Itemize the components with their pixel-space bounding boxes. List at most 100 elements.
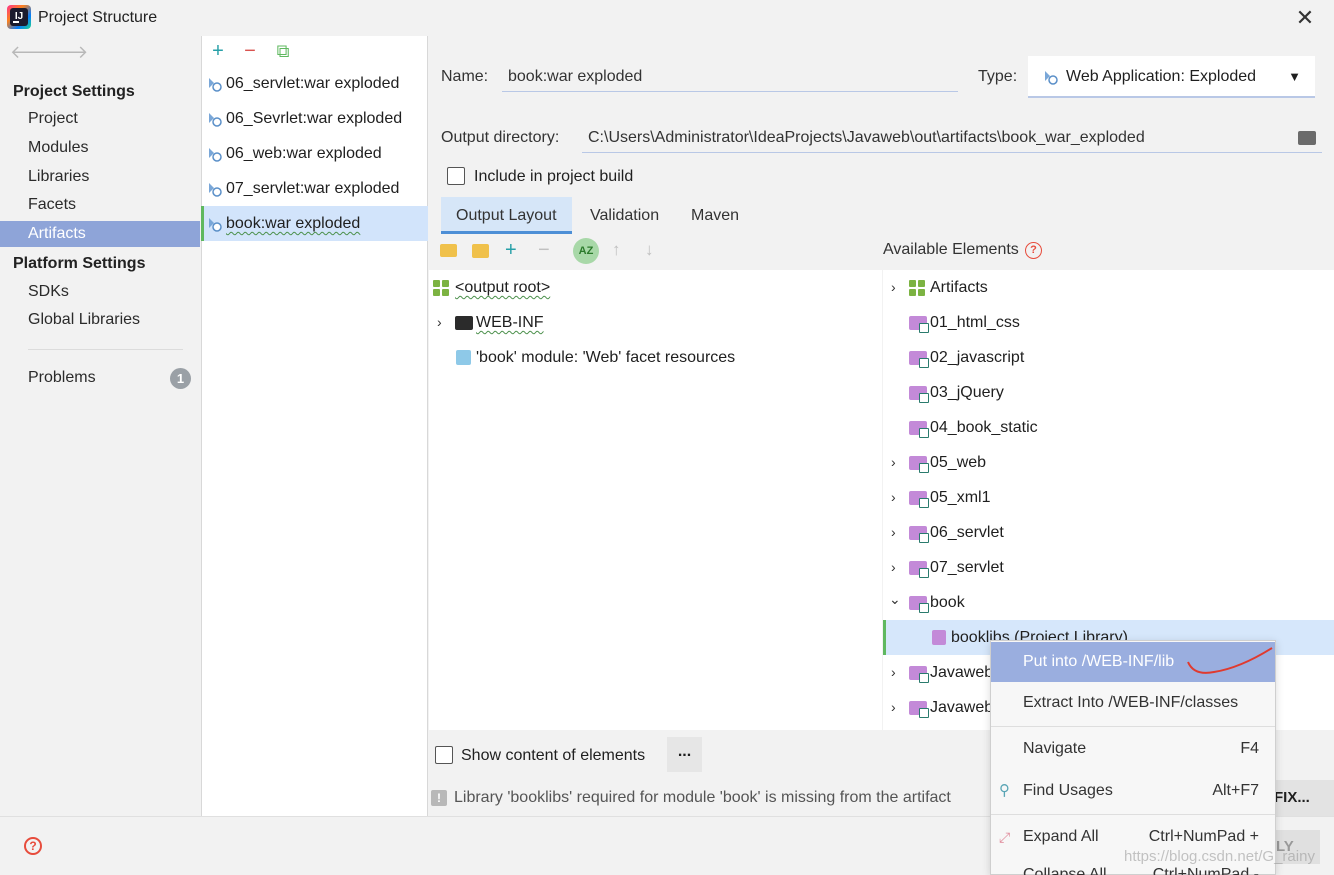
artifact-item[interactable]: 07_servlet:war exploded: [201, 171, 428, 206]
tree-item-label: Javaweb: [930, 664, 994, 681]
available-item-module[interactable]: 01_html_css: [887, 305, 1020, 340]
tab-output-layout[interactable]: Output Layout: [441, 197, 572, 234]
sort-az-icon[interactable]: AZ: [573, 238, 599, 264]
title-bar: [0, 0, 1334, 36]
expand-chevron-icon[interactable]: ›: [891, 550, 896, 585]
nav-item-libraries[interactable]: Libraries: [0, 164, 200, 190]
add-element-icon[interactable]: +: [505, 239, 517, 262]
nav-item-sdks[interactable]: SDKs: [0, 279, 200, 305]
folder-icon: [455, 316, 473, 330]
artifacts-icon: [909, 280, 925, 296]
menu-item-label: Put into /WEB-INF/lib: [1023, 653, 1175, 670]
include-build-checkbox[interactable]: [447, 167, 465, 185]
move-down-icon[interactable]: ↓: [645, 240, 654, 260]
intellij-logo-mark: IJ: [10, 8, 28, 26]
menu-item-label: Expand All: [1023, 828, 1099, 845]
expand-chevron-icon[interactable]: ›: [891, 655, 896, 690]
tree-item-web-inf[interactable]: › WEB-INF: [433, 305, 544, 340]
folder-browse-icon[interactable]: [1298, 131, 1316, 145]
tree-item-label: book: [930, 594, 965, 611]
available-item-module[interactable]: › 05_xml1: [887, 480, 990, 515]
watermark: https://blog.csdn.net/G_rainy: [1124, 848, 1315, 865]
menu-item-label: Navigate: [1023, 740, 1087, 757]
fix-button[interactable]: FIX...: [1268, 780, 1334, 816]
tree-item-label: Javaweb: [930, 699, 994, 716]
tree-item-label: 04_book_static: [930, 419, 1038, 436]
help-icon[interactable]: ?: [1025, 242, 1042, 259]
nav-item-project[interactable]: Project: [0, 106, 200, 132]
tree-item-output-root[interactable]: <output root>: [433, 270, 550, 305]
tab-maven[interactable]: Maven: [676, 197, 754, 234]
artifact-label: 07_servlet:war exploded: [226, 180, 400, 197]
available-elements-title: Available Elements: [883, 241, 1019, 258]
war-exploded-icon: [209, 218, 222, 232]
available-item-module[interactable]: › Javaweb: [887, 690, 993, 725]
artifact-label: 06_Sevrlet:war exploded: [226, 110, 403, 127]
war-exploded-icon: [1045, 71, 1058, 85]
forward-arrow-icon[interactable]: 🡒: [40, 42, 88, 63]
add-artifact-button[interactable]: +: [207, 40, 229, 62]
nav-item-artifacts[interactable]: Artifacts: [0, 221, 200, 247]
copy-artifact-button[interactable]: ⧉: [272, 40, 294, 62]
nav-item-facets[interactable]: Facets: [0, 192, 200, 218]
expand-chevron-icon[interactable]: ›: [891, 690, 896, 725]
artifact-item-selected[interactable]: book:war exploded: [201, 206, 428, 241]
help-icon[interactable]: ?: [24, 837, 42, 855]
artifact-item[interactable]: 06_web:war exploded: [201, 136, 428, 171]
module-folder-icon: [909, 351, 929, 368]
tree-item-label: 01_html_css: [930, 314, 1020, 331]
menu-item-extract-into-classes[interactable]: Extract Into /WEB-INF/classes: [991, 683, 1275, 723]
close-icon[interactable]: ✕: [1292, 5, 1318, 31]
available-item-module[interactable]: › 06_servlet: [887, 515, 1004, 550]
tree-item-label: WEB-INF: [476, 314, 544, 331]
module-folder-icon: [909, 386, 929, 403]
output-directory-label: Output directory:: [441, 129, 560, 146]
module-folder-icon: [909, 526, 929, 543]
tree-item-label: 05_xml1: [930, 489, 991, 506]
expand-chevron-icon[interactable]: ›: [891, 515, 896, 550]
expand-chevron-icon[interactable]: ›: [437, 305, 442, 340]
artifact-item[interactable]: 06_servlet:war exploded: [201, 66, 428, 101]
move-up-icon[interactable]: ↑: [612, 240, 621, 260]
remove-artifact-button[interactable]: −: [239, 40, 261, 62]
project-settings-heading: Project Settings: [13, 83, 135, 100]
more-options-button[interactable]: ...: [667, 737, 702, 772]
available-item-module[interactable]: 02_javascript: [887, 340, 1024, 375]
name-field[interactable]: book:war exploded: [502, 64, 958, 92]
type-value: Web Application: Exploded: [1066, 68, 1257, 85]
nav-item-modules[interactable]: Modules: [0, 135, 200, 161]
available-item-module[interactable]: 04_book_static: [887, 410, 1038, 445]
create-directory-icon[interactable]: [440, 244, 457, 257]
menu-item-find-usages[interactable]: ⚲ Find Usages Alt+F7: [991, 771, 1275, 811]
show-content-checkbox[interactable]: [435, 746, 453, 764]
available-item-module[interactable]: 03_jQuery: [887, 375, 1004, 410]
available-item-module[interactable]: › 07_servlet: [887, 550, 1004, 585]
tree-item-label: Artifacts: [930, 279, 988, 296]
type-dropdown[interactable]: Web Application: Exploded ▼: [1028, 56, 1315, 98]
collapse-chevron-icon[interactable]: ⌄: [889, 582, 901, 617]
available-item-module[interactable]: ⌄ book: [887, 585, 965, 620]
menu-item-navigate[interactable]: Navigate F4: [991, 729, 1275, 769]
menu-shortcut: F4: [1240, 740, 1259, 757]
menu-shortcut: Alt+F7: [1212, 782, 1259, 799]
tree-item-web-facet[interactable]: 'book' module: 'Web' facet resources: [433, 340, 735, 375]
available-item-module[interactable]: › Javaweb: [887, 655, 993, 690]
available-item-module[interactable]: › 05_web: [887, 445, 986, 480]
tab-validation[interactable]: Validation: [575, 197, 674, 234]
tree-item-label: 'book' module: 'Web' facet resources: [476, 349, 736, 366]
output-directory-field[interactable]: C:\Users\Administrator\IdeaProjects\Java…: [582, 125, 1322, 153]
expand-chevron-icon[interactable]: ›: [891, 270, 896, 305]
expand-chevron-icon[interactable]: ›: [891, 445, 896, 480]
tree-item-label: 02_javascript: [930, 349, 1025, 366]
remove-element-icon[interactable]: −: [538, 239, 550, 262]
artifact-item[interactable]: 06_Sevrlet:war exploded: [201, 101, 428, 136]
menu-divider: [991, 814, 1275, 815]
module-folder-icon: [909, 701, 929, 718]
create-archive-icon[interactable]: [472, 244, 489, 258]
red-annotation-stroke: [1187, 647, 1273, 674]
expand-chevron-icon[interactable]: ›: [891, 480, 896, 515]
available-item-artifacts[interactable]: › Artifacts: [887, 270, 988, 305]
nav-item-global-libraries[interactable]: Global Libraries: [0, 307, 200, 333]
web-facet-icon: [456, 350, 471, 365]
tree-item-label: <output root>: [455, 279, 551, 296]
